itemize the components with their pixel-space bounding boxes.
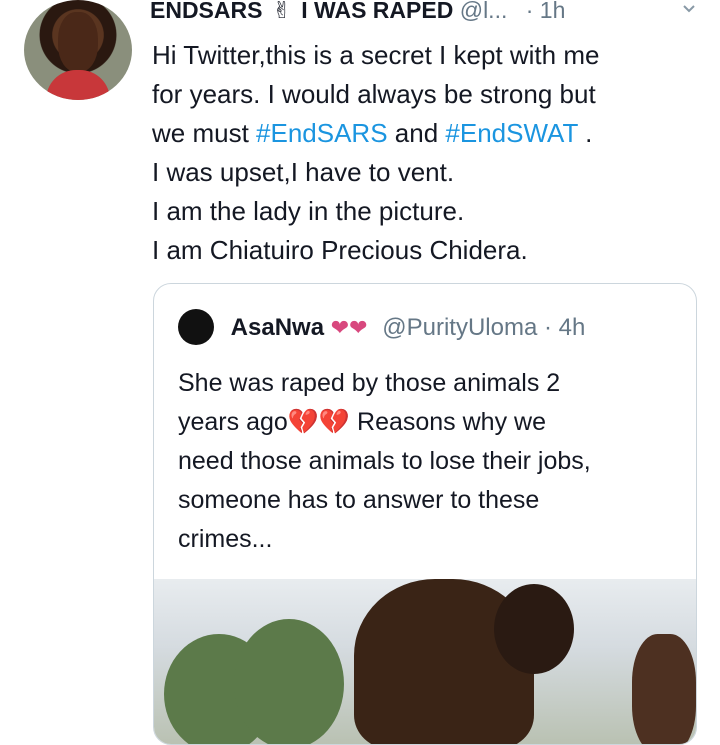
quoted-text: years ago xyxy=(178,408,288,436)
tweet-text: and xyxy=(387,118,446,148)
tweet-line: Hi Twitter,this is a secret I kept with … xyxy=(152,40,600,70)
quoted-author-handle[interactable]: @PurityUloma xyxy=(382,314,537,341)
quoted-line: need those animals to lose their jobs, xyxy=(178,447,591,475)
tree-shape xyxy=(234,619,344,744)
tweet-time[interactable]: · 1h xyxy=(526,0,566,23)
avatar-shirt xyxy=(46,70,110,100)
tweet-line: I am Chiatuiro Precious Chidera. xyxy=(152,235,528,265)
hashtag-endswat[interactable]: #EndSWAT xyxy=(445,118,577,148)
tweet-line: I am the lady in the picture. xyxy=(152,196,465,226)
tweet-header: ENDSARS ✌ I WAS RAPED @l... · 1h xyxy=(150,0,565,26)
quoted-author-name[interactable]: AsaNwa xyxy=(231,314,324,341)
tweet-text: we must xyxy=(152,118,257,148)
tweet-body: Hi Twitter,this is a secret I kept with … xyxy=(152,36,682,270)
author-handle[interactable]: @l... xyxy=(460,0,508,23)
quoted-line: crimes... xyxy=(178,525,273,553)
tweet-line: for years. I would always be strong but xyxy=(152,79,596,109)
quoted-line: someone has to answer to these xyxy=(178,486,540,514)
author-avatar[interactable] xyxy=(24,0,132,100)
person-head xyxy=(494,584,574,674)
person-head xyxy=(632,634,696,744)
quoted-line: years ago💔💔 Reasons why we xyxy=(178,403,688,442)
quoted-author-avatar[interactable] xyxy=(178,308,214,345)
quoted-tweet-body: She was raped by those animals 2 years a… xyxy=(178,364,688,559)
quoted-tweet-photo[interactable] xyxy=(154,579,696,744)
chevron-down-icon[interactable] xyxy=(682,2,696,16)
hashtag-endsars[interactable]: #EndSARS xyxy=(256,118,388,148)
peace-emoji-icon: ✌ xyxy=(272,0,292,23)
quoted-tweet-time[interactable]: · 4h xyxy=(544,314,585,341)
author-name[interactable]: ENDSARS xyxy=(150,0,262,23)
quoted-line: She was raped by those animals 2 xyxy=(178,369,561,397)
heart-emoji-icon: ❤❤ xyxy=(330,315,368,340)
quoted-text: Reasons why we xyxy=(350,408,546,436)
tweet-line: we must #EndSARS and #EndSWAT . xyxy=(152,114,682,153)
quoted-tweet-header: AsaNwa ❤❤ @PurityUloma · 4h xyxy=(178,308,585,348)
quoted-tweet[interactable]: AsaNwa ❤❤ @PurityUloma · 4h She was rape… xyxy=(153,283,697,745)
tweet-line: I was upset,I have to vent. xyxy=(152,157,455,187)
tweet-text: . xyxy=(577,118,593,148)
broken-heart-emoji-icon: 💔💔 xyxy=(287,408,351,436)
avatar-face xyxy=(58,12,98,72)
author-name-suffix[interactable]: I WAS RAPED xyxy=(301,0,453,23)
